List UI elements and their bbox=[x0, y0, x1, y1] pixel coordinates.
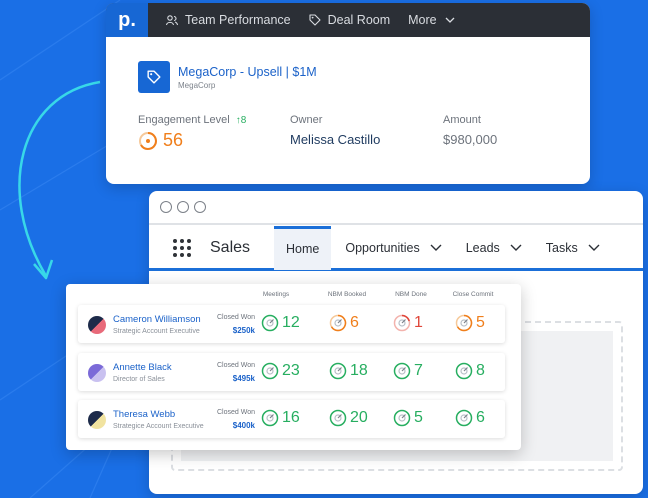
tab-leads[interactable]: Leads bbox=[466, 226, 522, 270]
amount-label: Amount bbox=[443, 114, 481, 126]
owner-label: Owner bbox=[290, 114, 323, 126]
closed-won-label: Closed Won bbox=[216, 362, 255, 369]
metric-value: 6 bbox=[350, 314, 359, 331]
metric-nbm-booked: 20 bbox=[329, 409, 368, 427]
metric-value: 5 bbox=[476, 314, 485, 331]
target-icon bbox=[393, 409, 411, 427]
metric-value: 8 bbox=[476, 362, 485, 379]
team-icon bbox=[166, 14, 178, 25]
top-nav: p. Team Performance Deal Room More bbox=[106, 3, 590, 37]
crm-app-bar: Sales Home Opportunities Leads Tasks bbox=[149, 225, 643, 271]
engagement-delta: ↑8 bbox=[235, 115, 247, 126]
owner-value[interactable]: Melissa Castillo bbox=[290, 132, 380, 147]
engagement-label-row: Engagement Level ↑8 bbox=[138, 114, 246, 126]
target-icon bbox=[329, 314, 347, 332]
chevron-down-icon bbox=[445, 17, 455, 23]
deal-card: p. Team Performance Deal Room More MegaC… bbox=[106, 3, 590, 184]
target-icon bbox=[329, 362, 347, 380]
app-logo[interactable]: p. bbox=[106, 3, 148, 37]
nav-item-more[interactable]: More bbox=[408, 13, 455, 27]
rep-name[interactable]: Theresa Webb bbox=[113, 409, 175, 420]
column-header-close-commit: Close Commit bbox=[452, 291, 494, 298]
metric-close-commit: 5 bbox=[455, 314, 485, 332]
metric-nbm-booked: 6 bbox=[329, 314, 359, 332]
table-row[interactable]: Theresa Webb Strategice Account Executiv… bbox=[78, 400, 505, 438]
metric-value: 5 bbox=[414, 409, 423, 426]
rep-name[interactable]: Cameron Williamson bbox=[113, 314, 201, 325]
deal-header: MegaCorp - Upsell | $1M MegaCorp bbox=[138, 61, 317, 93]
target-icon bbox=[261, 409, 279, 427]
amount-value: $980,000 bbox=[443, 132, 498, 147]
table-row[interactable]: Cameron Williamson Strategic Account Exe… bbox=[78, 305, 505, 343]
chevron-down-icon bbox=[510, 244, 522, 251]
metric-meetings: 16 bbox=[261, 409, 300, 427]
deal-tag-icon bbox=[138, 61, 170, 93]
tag-icon bbox=[309, 14, 321, 26]
column-header-nbm-done: NBM Done bbox=[395, 291, 427, 298]
metric-value: 16 bbox=[282, 409, 300, 426]
chevron-down-icon bbox=[588, 244, 600, 251]
target-icon bbox=[393, 362, 411, 380]
rep-role: Strategice Account Executive bbox=[113, 423, 204, 430]
engagement-level: 56 bbox=[138, 130, 183, 151]
nav-item-label: Team Performance bbox=[185, 13, 291, 27]
metric-value: 12 bbox=[282, 314, 300, 331]
metric-close-commit: 8 bbox=[455, 362, 485, 380]
metric-value: 6 bbox=[476, 409, 485, 426]
team-leaderboard-card: Meetings NBM Booked NBM Done Close Commi… bbox=[66, 284, 521, 450]
deal-company: MegaCorp bbox=[178, 81, 216, 90]
closed-won-value: $495k bbox=[232, 374, 255, 383]
avatar bbox=[88, 316, 106, 334]
chevron-down-icon bbox=[430, 244, 442, 251]
avatar bbox=[88, 364, 106, 382]
closed-won-label: Closed Won bbox=[216, 409, 255, 416]
target-icon bbox=[261, 362, 279, 380]
metric-nbm-booked: 18 bbox=[329, 362, 368, 380]
avatar bbox=[88, 411, 106, 429]
deal-title[interactable]: MegaCorp - Upsell | $1M bbox=[178, 65, 317, 79]
target-icon bbox=[393, 314, 411, 332]
app-name: Sales bbox=[210, 238, 251, 256]
metric-value: 1 bbox=[414, 314, 423, 331]
target-icon bbox=[261, 314, 279, 332]
tab-home[interactable]: Home bbox=[274, 225, 332, 270]
nav-item-label: Deal Room bbox=[327, 13, 391, 27]
rep-role: Strategic Account Executive bbox=[113, 328, 200, 335]
target-icon bbox=[455, 409, 473, 427]
metric-nbm-done: 1 bbox=[393, 314, 423, 332]
metric-nbm-done: 5 bbox=[393, 409, 423, 427]
closed-won-value: $400k bbox=[232, 421, 255, 430]
closed-won-value: $250k bbox=[232, 326, 255, 335]
metric-value: 20 bbox=[350, 409, 368, 426]
nav-item-label: More bbox=[408, 13, 437, 27]
metric-close-commit: 6 bbox=[455, 409, 485, 427]
rep-name[interactable]: Annette Black bbox=[113, 362, 172, 373]
window-close-button[interactable] bbox=[160, 201, 172, 213]
rep-role: Director of Sales bbox=[113, 376, 165, 383]
target-icon bbox=[455, 362, 473, 380]
metric-nbm-done: 7 bbox=[393, 362, 423, 380]
table-row[interactable]: Annette Black Director of Sales Closed W… bbox=[78, 353, 505, 391]
target-icon bbox=[329, 409, 347, 427]
app-launcher-icon[interactable] bbox=[173, 238, 191, 257]
metric-value: 7 bbox=[414, 362, 423, 379]
engagement-gauge-icon bbox=[139, 131, 157, 150]
engagement-value: 56 bbox=[163, 130, 184, 150]
column-header-meetings: Meetings bbox=[262, 291, 290, 298]
metric-meetings: 12 bbox=[261, 314, 300, 332]
tab-tasks[interactable]: Tasks bbox=[546, 226, 600, 270]
metric-value: 18 bbox=[350, 362, 368, 379]
nav-item-team-performance[interactable]: Team Performance bbox=[166, 13, 291, 27]
closed-won-label: Closed Won bbox=[216, 314, 255, 321]
tab-opportunities[interactable]: Opportunities bbox=[345, 226, 442, 270]
metric-value: 23 bbox=[282, 362, 300, 379]
window-titlebar bbox=[149, 191, 643, 225]
nav-item-deal-room[interactable]: Deal Room bbox=[309, 13, 391, 27]
metric-meetings: 23 bbox=[261, 362, 300, 380]
column-header-nbm-booked: NBM Booked bbox=[327, 291, 367, 298]
engagement-label: Engagement Level bbox=[138, 114, 230, 126]
window-maximize-button[interactable] bbox=[194, 201, 206, 213]
target-icon bbox=[455, 314, 473, 332]
window-minimize-button[interactable] bbox=[177, 201, 189, 213]
